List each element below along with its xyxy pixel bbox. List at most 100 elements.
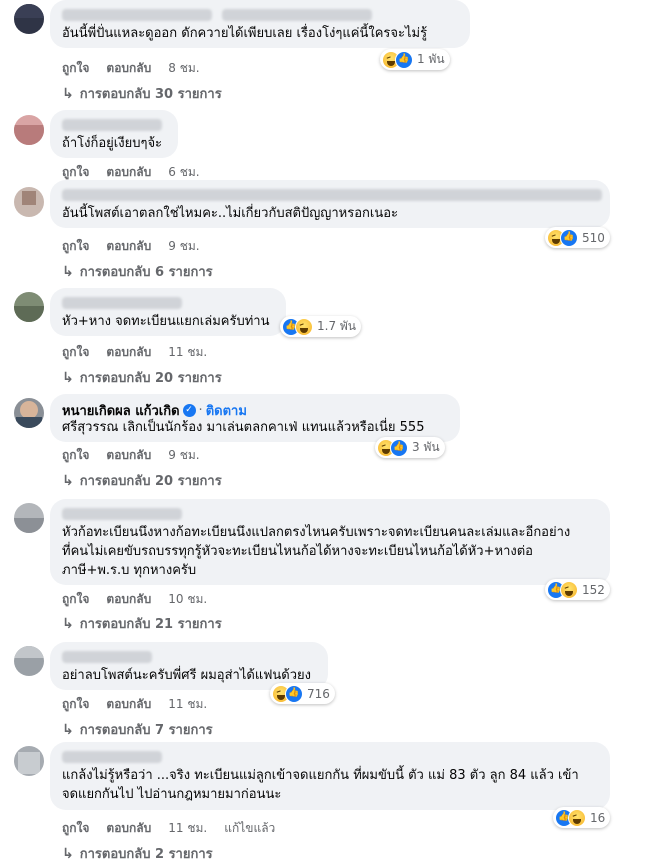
view-replies-link[interactable]: ↳ การตอบกลับ 2 รายการ [62,843,213,863]
view-replies-link[interactable]: ↳ การตอบกลับ 30 รายการ [62,83,222,104]
reaction-summary[interactable]: 👍 152 [545,579,610,600]
reaction-count: 1.7 พัน [317,319,357,333]
follow-button[interactable]: ติดตาม [206,404,247,419]
comment-text-line-2: จดแยกกันไป ไปอ่านกฎหมายมาก่อนนะ [62,787,282,802]
comment-actions: ถูกใจ ตอบกลับ 8 ชม. [62,59,217,78]
comment-time[interactable]: 11 ชม. [168,819,207,838]
reaction-summary[interactable]: 👍 16 [553,807,611,828]
like-button[interactable]: ถูกใจ [62,59,89,78]
reply-arrow-icon: ↳ [62,472,74,489]
reaction-count: 716 [307,686,330,701]
like-button[interactable]: ถูกใจ [62,446,89,465]
like-button[interactable]: ถูกใจ [62,819,89,838]
comment-actions: ถูกใจ ตอบกลับ 10 ชม. [62,590,224,609]
comment-text: อันนี้พี่ปั่นแหละดูออก ดักควายได้เพียบเล… [62,26,428,41]
like-button[interactable]: ถูกใจ [62,590,89,609]
comment-text-line-2: ที่คนไม่เคยขับรถบรรทุกรู้หัวจะทะเบียนไหน… [62,544,533,559]
edited-label: แก้ไขแล้ว [224,821,276,835]
reaction-summary[interactable]: 👍 1.7 พัน [280,316,362,337]
comment-time[interactable]: 11 ชม. [168,695,207,714]
comment-actions: ถูกใจ ตอบกลับ 11 ชม. [62,343,224,362]
like-reaction-icon: 👍 [390,438,408,457]
view-replies-link[interactable]: ↳ การตอบกลับ 20 รายการ [62,367,222,388]
reaction-summary[interactable]: 👍 716 [270,683,335,704]
reply-button[interactable]: ตอบกลับ [106,590,151,609]
reaction-summary[interactable]: 👍 510 [545,227,610,248]
like-button[interactable]: ถูกใจ [62,343,89,362]
reply-button[interactable]: ตอบกลับ [106,819,151,838]
commenter-name-blurred[interactable] [62,186,602,204]
reply-arrow-icon: ↳ [62,263,74,280]
comment-text: ถ้าโง่ก็อยู่เงียบๆจ้ะ [62,136,163,151]
avatar[interactable] [14,4,44,34]
replies-count-label: การตอบกลับ 20 รายการ [79,371,222,386]
comment-time[interactable]: 8 ชม. [168,59,199,78]
replies-count-label: การตอบกลับ 7 รายการ [79,723,213,738]
reaction-count: 152 [582,582,605,597]
reaction-summary[interactable]: 👍 1 พัน [380,49,450,70]
comment-bubble: หัวก้อทะเบียนนึงหางก้อทะเบียนนึงแปลกตรงไ… [50,499,610,585]
view-replies-link[interactable]: ↳ การตอบกลับ 6 รายการ [62,261,213,282]
reply-arrow-icon: ↳ [62,369,74,386]
like-button[interactable]: ถูกใจ [62,237,89,256]
comment-actions: ถูกใจ ตอบกลับ 11 ชม. [62,695,224,714]
view-replies-link[interactable]: ↳ การตอบกลับ 20 รายการ [62,470,222,491]
commenter-name[interactable]: หนายเกิดผล แก้วเกิด [62,400,180,421]
avatar[interactable] [14,646,44,676]
comment-actions: ถูกใจ ตอบกลับ 9 ชม. [62,237,217,256]
like-reaction-icon: 👍 [560,228,578,247]
comment-bubble: แกล้งไม่รู้หรือว่า ...จริง ทะเบียนแม่ลูก… [50,742,610,810]
comment-actions: ถูกใจ ตอบกลับ 11 ชม. แก้ไขแล้ว [62,819,292,838]
comment-time[interactable]: 9 ชม. [168,446,199,465]
commenter-name-blurred[interactable] [62,648,316,666]
reply-button[interactable]: ตอบกลับ [106,343,151,362]
comment-time[interactable]: 11 ชม. [168,343,207,362]
view-replies-link[interactable]: ↳ การตอบกลับ 21 รายการ [62,613,222,634]
replies-count-label: การตอบกลับ 2 รายการ [79,847,213,862]
avatar[interactable] [14,503,44,533]
avatar[interactable] [14,292,44,322]
comment-bubble: อันนี้โพสต์เอาตลกใช่ไหมคะ..ไม่เกี่ยวกับส… [50,180,610,228]
like-reaction-icon: 👍 [395,50,413,69]
commenter-name-blurred[interactable] [62,294,274,312]
replies-count-label: การตอบกลับ 21 รายการ [79,617,222,632]
reply-button[interactable]: ตอบกลับ [106,446,151,465]
commenter-name-blurred[interactable] [62,748,598,766]
comment-text-line-3: ภาษี+พ.ร.บ ทุกหางครับ [62,563,197,578]
comment-time[interactable]: 10 ชม. [168,590,207,609]
haha-reaction-icon [568,808,586,827]
avatar[interactable] [14,398,44,428]
haha-reaction-icon [295,317,313,336]
comment-bubble: ถ้าโง่ก็อยู่เงียบๆจ้ะ [50,110,178,158]
comment-bubble: หัว+หาง จดทะเบียนแยกเล่มครับท่าน [50,288,286,336]
comment-text: หัว+หาง จดทะเบียนแยกเล่มครับท่าน [62,314,270,329]
commenter-name-blurred[interactable] [62,116,166,134]
view-replies-link[interactable]: ↳ การตอบกลับ 7 รายการ [62,719,213,740]
comment-time[interactable]: 9 ชม. [168,237,199,256]
avatar[interactable] [14,187,44,217]
verified-badge-icon: ✓ [182,404,196,417]
reply-arrow-icon: ↳ [62,615,74,632]
comment-text-line-1: หัวก้อทะเบียนนึงหางก้อทะเบียนนึงแปลกตรงไ… [62,525,571,540]
reply-arrow-icon: ↳ [62,85,74,102]
avatar[interactable] [14,115,44,145]
reply-arrow-icon: ↳ [62,845,74,862]
reaction-summary[interactable]: 👍 3 พัน [375,437,445,458]
reply-arrow-icon: ↳ [62,721,74,738]
comment-bubble: อันนี้พี่ปั่นแหละดูออก ดักควายได้เพียบเล… [50,0,470,48]
comment-bubble: หนายเกิดผล แก้วเกิด ✓ · ติดตาม ศรีสุวรรณ เล… [50,394,460,442]
commenter-name-blurred[interactable] [62,6,458,24]
reply-button[interactable]: ตอบกลับ [106,59,151,78]
reaction-count: 16 [590,810,606,825]
avatar[interactable] [14,746,44,776]
reply-button[interactable]: ตอบกลับ [106,237,151,256]
commenter-name-blurred[interactable] [62,505,598,523]
reply-button[interactable]: ตอบกลับ [106,695,151,714]
reaction-count: 510 [582,230,605,245]
haha-reaction-icon [560,580,578,599]
commenter-name-row: หนายเกิดผล แก้วเกิด ✓ · ติดตาม [62,400,448,421]
reaction-count: 1 พัน [417,52,445,66]
replies-count-label: การตอบกลับ 6 รายการ [79,265,213,280]
comment-actions: ถูกใจ ตอบกลับ 9 ชม. [62,446,217,465]
like-button[interactable]: ถูกใจ [62,695,89,714]
